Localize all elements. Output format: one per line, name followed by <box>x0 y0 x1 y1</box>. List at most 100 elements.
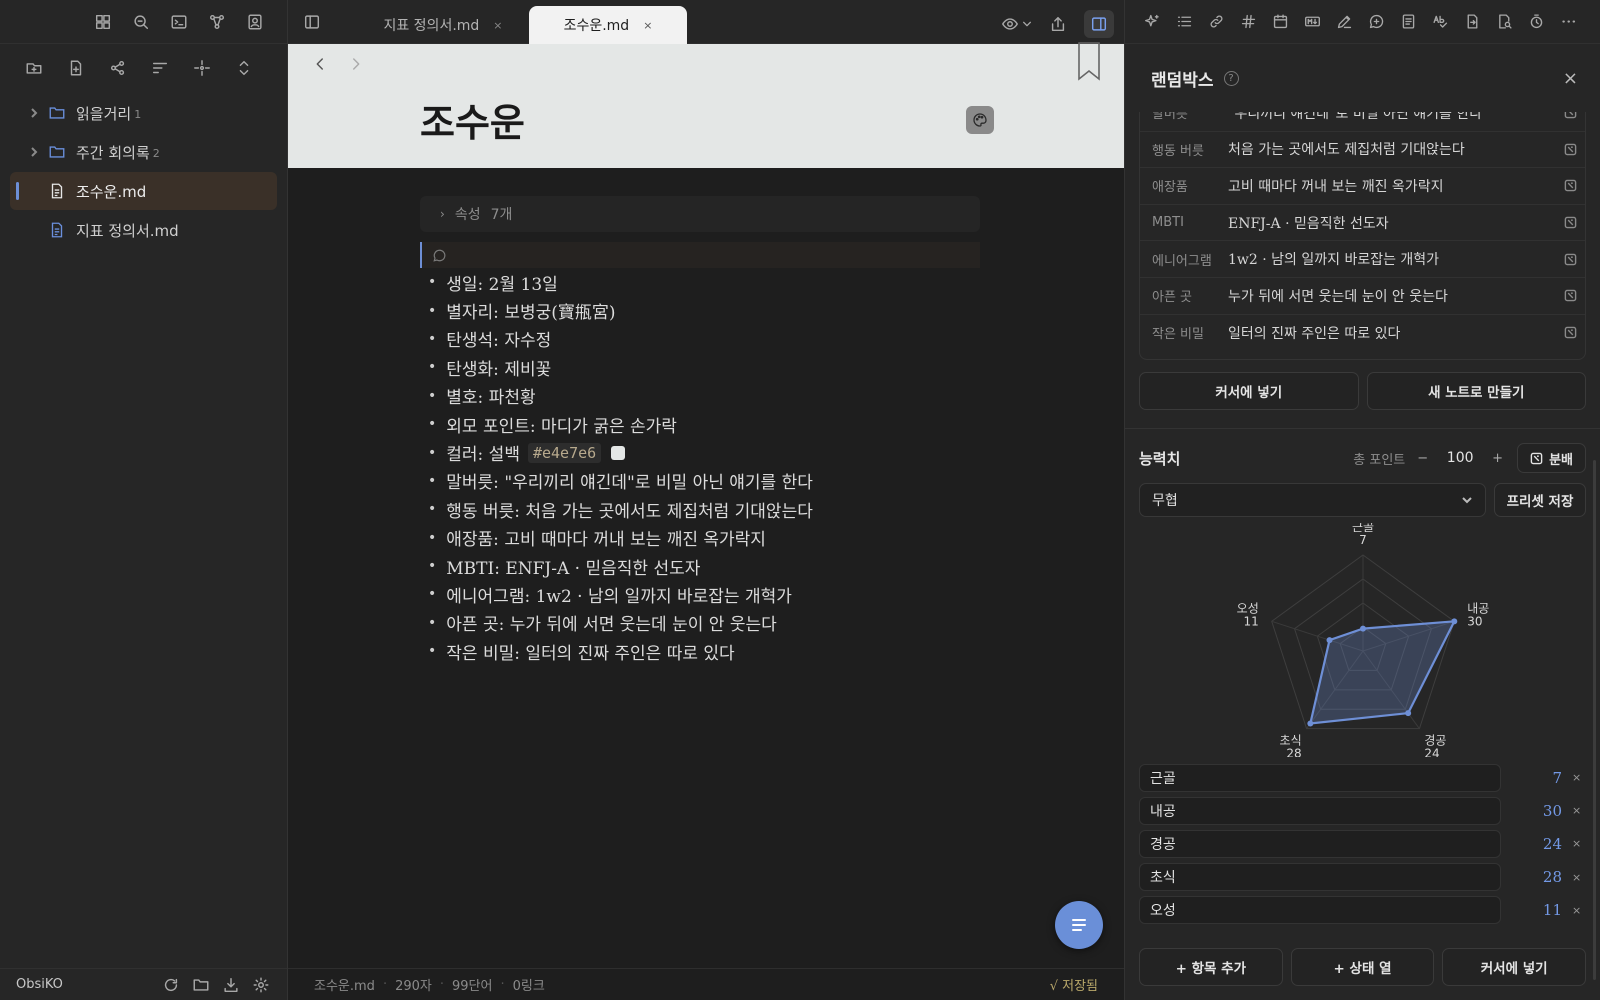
random-row: 작은 비밀 일터의 진짜 주인은 따로 있다 <box>1140 315 1585 352</box>
reroll-icon[interactable] <box>1555 289 1585 302</box>
random-value: ENFJ-A · 믿음직한 선도자 <box>1228 215 1389 232</box>
stat-name-input[interactable]: 경공 <box>1139 829 1501 858</box>
more-icon[interactable] <box>1559 12 1577 32</box>
search-icon[interactable] <box>131 12 151 32</box>
forward-icon[interactable] <box>346 54 366 74</box>
new-note-icon[interactable] <box>66 58 86 78</box>
scrollbar[interactable] <box>1593 460 1596 980</box>
close-icon[interactable]: × <box>1563 68 1578 89</box>
remove-icon[interactable]: × <box>1572 871 1586 884</box>
chevron-right-icon[interactable] <box>20 146 48 158</box>
save-preset-button[interactable]: 프리셋 저장 <box>1494 483 1586 517</box>
remove-icon[interactable]: × <box>1572 904 1586 917</box>
tab-close-icon[interactable]: × <box>493 19 502 32</box>
new-note-button[interactable]: 새 노트로 만들기 <box>1366 372 1586 410</box>
graph-icon[interactable] <box>207 12 227 32</box>
stat-name-input[interactable]: 근골 <box>1139 763 1501 792</box>
reroll-icon[interactable] <box>1555 216 1585 229</box>
list-item: 애장품: 고비 때마다 꺼내 보는 깨진 옥가락지 <box>420 524 980 552</box>
total-points-value[interactable]: 100 <box>1434 450 1486 466</box>
reroll-icon[interactable] <box>1555 112 1585 119</box>
distribute-button[interactable]: 분배 <box>1517 443 1586 473</box>
preset-select[interactable]: 무협 <box>1139 483 1486 517</box>
tree-folder[interactable]: 읽을거리 1 <box>10 94 277 132</box>
remove-icon[interactable]: × <box>1572 804 1586 817</box>
settings-icon[interactable] <box>251 975 271 995</box>
dashboard-icon[interactable] <box>93 12 113 32</box>
stat-name-input[interactable]: 오성 <box>1139 896 1501 925</box>
stat-value[interactable]: 24 <box>1501 835 1572 853</box>
sidebar-toggle-icon[interactable] <box>302 12 322 32</box>
comment-callout[interactable] <box>420 242 980 268</box>
reading-view-toggle[interactable] <box>1000 14 1032 34</box>
right-sidebar-toggle-icon[interactable] <box>1084 10 1114 38</box>
tree-file-active[interactable]: 조수운.md <box>10 172 277 210</box>
stat-name-input[interactable]: 초식 <box>1139 863 1501 892</box>
tab-metric-doc[interactable]: 지표 정의서.md × <box>368 6 518 44</box>
calendar-icon[interactable] <box>1271 12 1289 32</box>
pen-icon[interactable] <box>1335 12 1353 32</box>
radar-chart: 근골7내공30경공24초식28오성11 <box>1237 523 1490 757</box>
file-export-icon[interactable] <box>1463 12 1481 32</box>
vault-footer: ObsiKO <box>0 968 287 1000</box>
insert-stats-button[interactable]: 커서에 넣기 <box>1442 948 1587 986</box>
random-box-scroll[interactable]: 말버릇 "우리끼리 얘긴데"로 비밀 아닌 얘기를 한다 행동 버릇 처음 가는… <box>1140 112 1585 351</box>
reroll-icon[interactable] <box>1555 326 1585 339</box>
chevron-right-icon[interactable] <box>20 107 48 119</box>
terminal-icon[interactable] <box>169 12 189 32</box>
panel-header: 랜덤박스 ? × <box>1125 44 1600 112</box>
increment-button[interactable]: + <box>1486 451 1509 466</box>
markdown-icon[interactable] <box>1303 12 1321 32</box>
search-doc-icon[interactable] <box>1495 12 1513 32</box>
graph-icon[interactable] <box>108 58 128 78</box>
folder-icon[interactable] <box>191 975 211 995</box>
add-item-button[interactable]: + 항목 추가 <box>1139 948 1283 986</box>
document-icon[interactable] <box>1399 12 1417 32</box>
download-icon[interactable] <box>221 975 241 995</box>
bookmark-icon[interactable] <box>1076 42 1102 82</box>
link-icon[interactable] <box>1207 12 1225 32</box>
expand-icon[interactable] <box>234 58 254 78</box>
hashtag-icon[interactable] <box>1239 12 1257 32</box>
reroll-icon[interactable] <box>1555 253 1585 266</box>
palette-icon[interactable] <box>966 106 994 134</box>
share-icon[interactable] <box>1048 14 1068 34</box>
sort-icon[interactable] <box>150 58 170 78</box>
stat-value[interactable]: 11 <box>1501 901 1572 919</box>
tab-bar: 지표 정의서.md × 조수운.md × <box>288 0 1124 44</box>
tree-file[interactable]: 지표 정의서.md <box>10 211 277 249</box>
stat-value[interactable]: 28 <box>1501 868 1572 886</box>
tree-folder[interactable]: 주간 회의록 2 <box>10 133 277 171</box>
contact-icon[interactable] <box>245 12 265 32</box>
random-key: 행동 버릇 <box>1152 143 1204 159</box>
vault-name[interactable]: ObsiKO <box>16 977 151 992</box>
outline-fab-button[interactable] <box>1055 901 1103 949</box>
remove-icon[interactable]: × <box>1572 771 1586 784</box>
properties-toggle[interactable]: › 속성 7개 <box>420 196 980 232</box>
stat-value[interactable]: 30 <box>1501 802 1572 820</box>
timer-icon[interactable] <box>1527 12 1545 32</box>
tab-active[interactable]: 조수운.md × <box>529 6 687 44</box>
help-icon[interactable]: ? <box>1223 70 1239 86</box>
decrement-button[interactable]: − <box>1411 451 1434 466</box>
nav-arrows <box>310 54 366 74</box>
list-icon[interactable] <box>1175 12 1193 32</box>
spellcheck-icon[interactable] <box>1431 12 1449 32</box>
sparkle-icon[interactable] <box>1143 12 1161 32</box>
stat-name-input[interactable]: 내공 <box>1139 796 1501 825</box>
stat-value[interactable]: 7 <box>1501 769 1572 787</box>
radar-value-label: 7 <box>1359 533 1367 547</box>
reroll-icon[interactable] <box>1555 179 1585 192</box>
sync-icon[interactable] <box>161 975 181 995</box>
add-status-column-button[interactable]: + 상태 열 <box>1290 948 1435 986</box>
insert-at-cursor-button[interactable]: 커서에 넣기 <box>1139 372 1359 410</box>
chat-plus-icon[interactable] <box>1367 12 1385 32</box>
reroll-icon[interactable] <box>1555 143 1585 156</box>
stat-row: 내공 30 × <box>1139 794 1586 827</box>
tab-close-icon[interactable]: × <box>643 19 652 32</box>
back-icon[interactable] <box>310 54 330 74</box>
focus-icon[interactable] <box>192 58 212 78</box>
obsidian-app: 읽을거리 1 주간 회의록 2 조수운.md 지표 정의서.md ObsiKO <box>0 0 1600 1000</box>
new-folder-icon[interactable] <box>24 58 44 78</box>
remove-icon[interactable]: × <box>1572 837 1586 850</box>
